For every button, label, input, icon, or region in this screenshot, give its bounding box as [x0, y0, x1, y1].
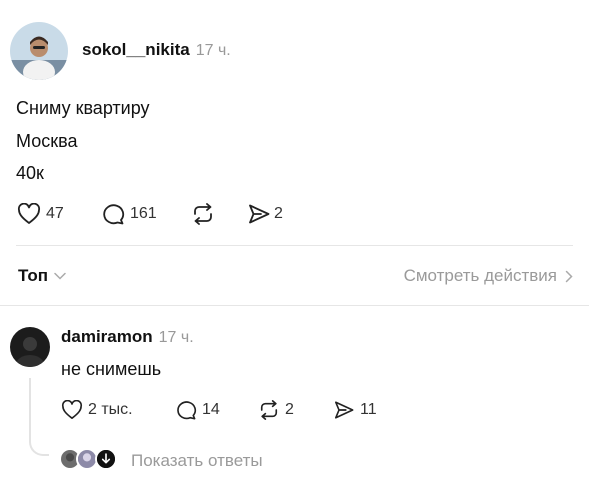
divider [0, 305, 589, 306]
show-replies-link[interactable]: Показать ответы [131, 451, 263, 471]
reply-avatar [95, 448, 117, 470]
arrow-down-icon [97, 450, 115, 468]
post-like-button[interactable]: 47 [17, 203, 64, 225]
reply-avatars[interactable] [59, 448, 121, 472]
divider [16, 245, 573, 246]
comment-reply-button[interactable]: 14 [175, 400, 220, 420]
comment-like-button[interactable]: 2 тыс. [61, 400, 133, 420]
comment-bubble-icon [103, 204, 125, 225]
view-activity-link[interactable]: Смотреть действия [404, 266, 573, 286]
comment-like-count: 2 тыс. [88, 401, 133, 418]
post-comment-button[interactable]: 161 [101, 203, 157, 225]
post-text-line: 40к [16, 163, 44, 183]
heart-icon [61, 400, 83, 419]
repost-icon [260, 400, 278, 420]
comment-reply-count: 14 [202, 401, 220, 418]
comment-timestamp: 17 ч. [158, 329, 194, 346]
sort-dropdown[interactable]: Топ [18, 266, 66, 286]
post-repost-button[interactable] [191, 203, 215, 225]
sort-label: Топ [18, 266, 48, 285]
thread-line [29, 378, 49, 456]
post-timestamp: 17 ч. [195, 42, 231, 59]
repost-icon [194, 203, 212, 225]
comment-share-button[interactable]: 11 [333, 400, 377, 420]
chevron-right-icon [565, 270, 573, 282]
comment-username[interactable]: damiramon [61, 327, 153, 347]
view-activity-label: Смотреть действия [403, 266, 557, 285]
post-comment-count: 161 [130, 205, 157, 222]
comment-repost-count: 2 [285, 401, 294, 418]
comment-header: damiramon 17 ч. [61, 327, 194, 347]
post-share-count: 2 [274, 205, 283, 222]
send-icon [249, 204, 270, 224]
comment-bubble-icon [177, 401, 196, 420]
comment-text: не снимешь [61, 359, 162, 379]
comment-author-avatar[interactable] [10, 327, 50, 367]
post-text-line: Москва [16, 131, 78, 151]
send-icon [335, 401, 354, 419]
post-like-count: 47 [46, 205, 64, 222]
comment-repost-button[interactable]: 2 [258, 400, 294, 420]
post-share-button[interactable] [247, 203, 271, 225]
post-text-line: Сниму квартиру [16, 98, 150, 118]
post-username[interactable]: sokol__nikita [82, 40, 190, 60]
post-header: sokol__nikita 17 ч. [82, 40, 231, 60]
comment-share-count: 11 [360, 401, 377, 418]
post-author-avatar[interactable] [10, 22, 68, 80]
chevron-down-icon [54, 272, 66, 280]
heart-icon [17, 203, 41, 224]
